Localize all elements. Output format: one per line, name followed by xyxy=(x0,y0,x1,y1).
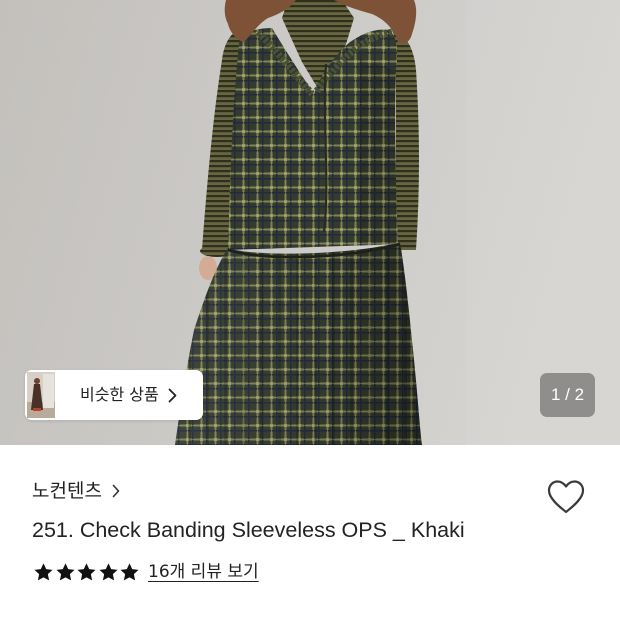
bodice-shading xyxy=(360,60,398,246)
heart-outline-icon xyxy=(547,480,585,514)
chevron-right-icon xyxy=(168,388,177,402)
star-rating xyxy=(33,561,140,583)
product-detail-page: 비슷한 상품 1 / 2 노컨텐츠 251. Check Banding Sle… xyxy=(0,0,620,620)
image-page-indicator: 1 / 2 xyxy=(540,373,595,417)
product-image-carousel[interactable]: 비슷한 상품 1 / 2 xyxy=(0,0,620,445)
similar-products-label: 비슷한 상품 xyxy=(80,385,159,404)
wishlist-button[interactable] xyxy=(546,479,586,515)
product-title: 251. Check Banding Sleeveless OPS _ Khak… xyxy=(32,518,465,542)
star-icon xyxy=(98,562,118,580)
star-icon xyxy=(77,562,96,580)
brand-link[interactable]: 노컨텐츠 xyxy=(32,479,120,503)
star-icon xyxy=(55,562,75,580)
star-icon xyxy=(120,562,139,580)
star-icon xyxy=(34,562,53,580)
brand-name: 노컨텐츠 xyxy=(32,480,102,502)
review-link[interactable]: 16개 리뷰 보기 xyxy=(148,561,259,583)
similar-product-thumbnail xyxy=(25,370,57,420)
chevron-right-icon xyxy=(112,484,120,498)
similar-products-button[interactable]: 비슷한 상품 xyxy=(25,370,203,420)
